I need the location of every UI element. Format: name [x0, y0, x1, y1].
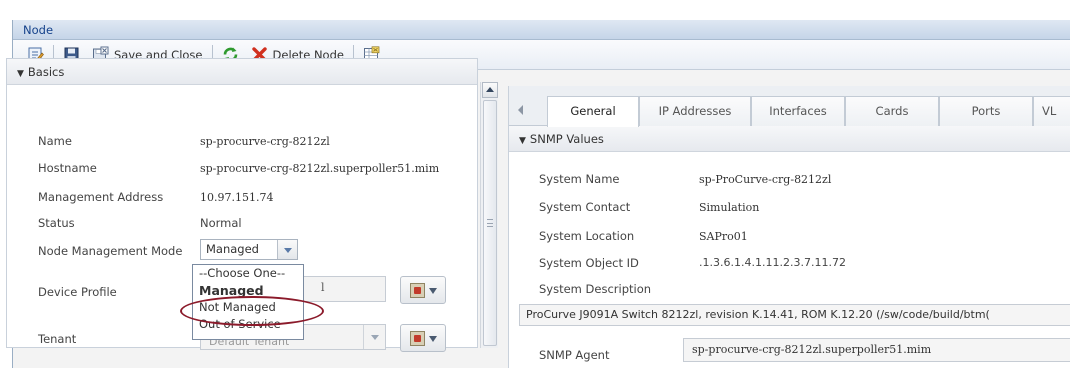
snmp-agent-value: sp-procurve-crg-8212zl.superpoller51.mim	[683, 338, 1070, 362]
name-label: Name	[38, 134, 72, 148]
system-contact-label: System Contact	[539, 200, 631, 214]
collapse-caret-icon: ▼	[17, 69, 24, 79]
basics-section-header[interactable]: ▼ Basics	[7, 59, 477, 85]
system-location-label: System Location	[539, 229, 635, 243]
node-management-mode-label: Node Management Mode	[38, 244, 183, 258]
management-address-label: Management Address	[38, 190, 164, 204]
hostname-value: sp-procurve-crg-8212zl.superpoller51.mim	[200, 162, 440, 175]
status-label: Status	[38, 216, 75, 230]
system-location-value: SAPro01	[699, 230, 748, 243]
device-profile-label: Device Profile	[38, 285, 117, 299]
device-profile-value: l	[321, 281, 325, 294]
chevron-down-icon[interactable]	[277, 240, 297, 259]
name-value: sp-procurve-crg-8212zl	[200, 135, 330, 148]
properties-icon	[410, 283, 425, 298]
tenant-actions-button[interactable]	[400, 324, 446, 352]
mode-selected-value: Managed	[206, 242, 259, 256]
tab-ports[interactable]: Ports	[939, 96, 1033, 126]
management-address-value: 10.97.151.74	[200, 191, 274, 204]
mode-option[interactable]: --Choose One--	[193, 265, 303, 282]
system-description-label: System Description	[539, 282, 652, 296]
snmp-header-label: SNMP Values	[529, 132, 604, 146]
snmp-values-section-header[interactable]: ▼ SNMP Values	[509, 126, 1070, 152]
system-object-id-label: System Object ID	[539, 256, 639, 270]
node-management-mode-select[interactable]: Managed	[200, 239, 298, 260]
left-panel-scrollbar[interactable]	[480, 82, 498, 348]
highlight-annotation-ring	[180, 296, 324, 326]
tab-scroll-left-icon[interactable]	[515, 100, 529, 120]
tab-vlans[interactable]: VL	[1033, 96, 1070, 126]
collapse-caret-icon: ▼	[519, 136, 526, 146]
device-profile-actions-button[interactable]	[400, 276, 446, 304]
system-contact-value: Simulation	[699, 201, 760, 214]
scroll-up-arrow-icon[interactable]	[482, 82, 498, 98]
tab-cards[interactable]: Cards	[845, 96, 939, 126]
dropdown-arrow-icon	[429, 336, 437, 342]
status-value: Normal	[200, 216, 242, 230]
snmp-agent-label: SNMP Agent	[539, 348, 610, 362]
system-name-label: System Name	[539, 172, 620, 186]
tab-general[interactable]: General	[547, 96, 639, 127]
scroll-thumb[interactable]	[483, 100, 497, 346]
hostname-label: Hostname	[38, 161, 97, 175]
system-name-value: sp-ProCurve-crg-8212zl	[699, 173, 832, 186]
system-object-id-value: .1.3.6.1.4.1.11.2.3.7.11.72	[699, 256, 846, 269]
details-panel: General IP Addresses Interfaces Cards Po…	[508, 86, 1070, 368]
properties-icon	[410, 331, 425, 346]
tenant-label: Tenant	[38, 332, 77, 346]
tab-ip-addresses[interactable]: IP Addresses	[639, 96, 751, 126]
grip-icon	[487, 219, 493, 227]
window-title: Node	[13, 20, 1070, 40]
tab-bar: General IP Addresses Interfaces Cards Po…	[509, 86, 1070, 127]
tab-interfaces[interactable]: Interfaces	[751, 96, 845, 126]
system-description-value: ProCurve J9091A Switch 8212zl, revision …	[519, 304, 1070, 326]
basics-header-label: Basics	[27, 65, 65, 79]
dropdown-arrow-icon	[429, 288, 437, 294]
chevron-down-icon[interactable]	[363, 325, 385, 349]
